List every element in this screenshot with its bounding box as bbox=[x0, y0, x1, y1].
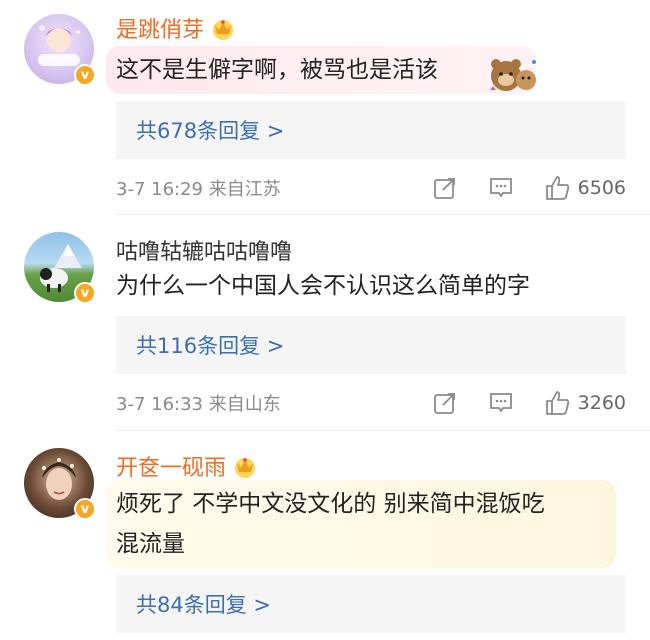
comment-text-line-1: 烦死了 不学中文没文化的 别来简中混饭吃 bbox=[116, 491, 545, 517]
username[interactable]: 是跳俏芽 bbox=[116, 12, 236, 44]
timestamp-location: 3-7 16:33 来自山东 bbox=[116, 394, 281, 415]
avatar[interactable]: v bbox=[24, 232, 96, 304]
comment-button[interactable] bbox=[488, 175, 514, 201]
divider bbox=[116, 430, 650, 431]
username[interactable]: 咕噜轱辘咕咕噜噜 bbox=[116, 234, 292, 266]
username-text: 是跳俏芽 bbox=[116, 18, 205, 43]
comment-icon bbox=[489, 178, 512, 198]
share-button[interactable] bbox=[432, 390, 458, 416]
thumbs-up-icon bbox=[545, 176, 569, 200]
view-replies-label: 共84条回复 > bbox=[136, 593, 271, 617]
share-button[interactable] bbox=[432, 175, 458, 201]
comment-text: 为什么一个中国人会不认识这么简单的字 bbox=[116, 266, 530, 306]
view-replies-link[interactable]: 共678条回复 > bbox=[116, 101, 626, 159]
comment-text: 烦死了 不学中文没文化的 别来简中混饭吃 混流量 bbox=[106, 480, 616, 568]
comment-text-line-2: 混流量 bbox=[116, 531, 185, 557]
avatar[interactable]: v bbox=[24, 14, 96, 86]
username[interactable]: 开奁一砚雨 bbox=[116, 450, 258, 482]
username-text: 咕噜轱辘咕咕噜噜 bbox=[116, 240, 293, 265]
timestamp-location: 3-7 16:29 来自江苏 bbox=[116, 179, 281, 200]
comment-icon bbox=[489, 393, 512, 413]
view-replies-link[interactable]: 共116条回复 > bbox=[116, 316, 626, 374]
like-count: 6506 bbox=[577, 177, 626, 199]
bear-sticker-icon bbox=[490, 59, 536, 91]
comment-text-content: 这不是生僻字啊，被骂也是活该 bbox=[116, 57, 438, 83]
comment-button[interactable] bbox=[488, 390, 514, 416]
username-text: 开奁一砚雨 bbox=[116, 456, 227, 481]
divider bbox=[116, 214, 650, 215]
verified-badge-icon: v bbox=[74, 64, 96, 86]
comment-text: 这不是生僻字啊，被骂也是活该 bbox=[106, 46, 536, 94]
verified-badge-icon: v bbox=[74, 282, 96, 304]
share-icon bbox=[433, 178, 455, 199]
share-icon bbox=[433, 393, 455, 414]
crown-icon bbox=[213, 20, 234, 40]
comment-meta: 3-7 16:29 来自江苏 6506 bbox=[116, 173, 626, 203]
avatar[interactable]: v bbox=[24, 448, 96, 520]
verified-badge-icon: v bbox=[74, 498, 96, 520]
view-replies-label: 共678条回复 > bbox=[136, 119, 285, 143]
thumbs-up-icon bbox=[545, 391, 569, 415]
like-button[interactable]: 6506 bbox=[544, 174, 626, 202]
like-count: 3260 bbox=[577, 392, 626, 414]
view-replies-link[interactable]: 共84条回复 > bbox=[116, 575, 626, 633]
view-replies-label: 共116条回复 > bbox=[136, 334, 285, 358]
like-button[interactable]: 3260 bbox=[544, 389, 626, 417]
comment-text-content: 为什么一个中国人会不认识这么简单的字 bbox=[116, 273, 530, 299]
crown-icon bbox=[235, 458, 256, 478]
comment-meta: 3-7 16:33 来自山东 3260 bbox=[116, 388, 626, 418]
